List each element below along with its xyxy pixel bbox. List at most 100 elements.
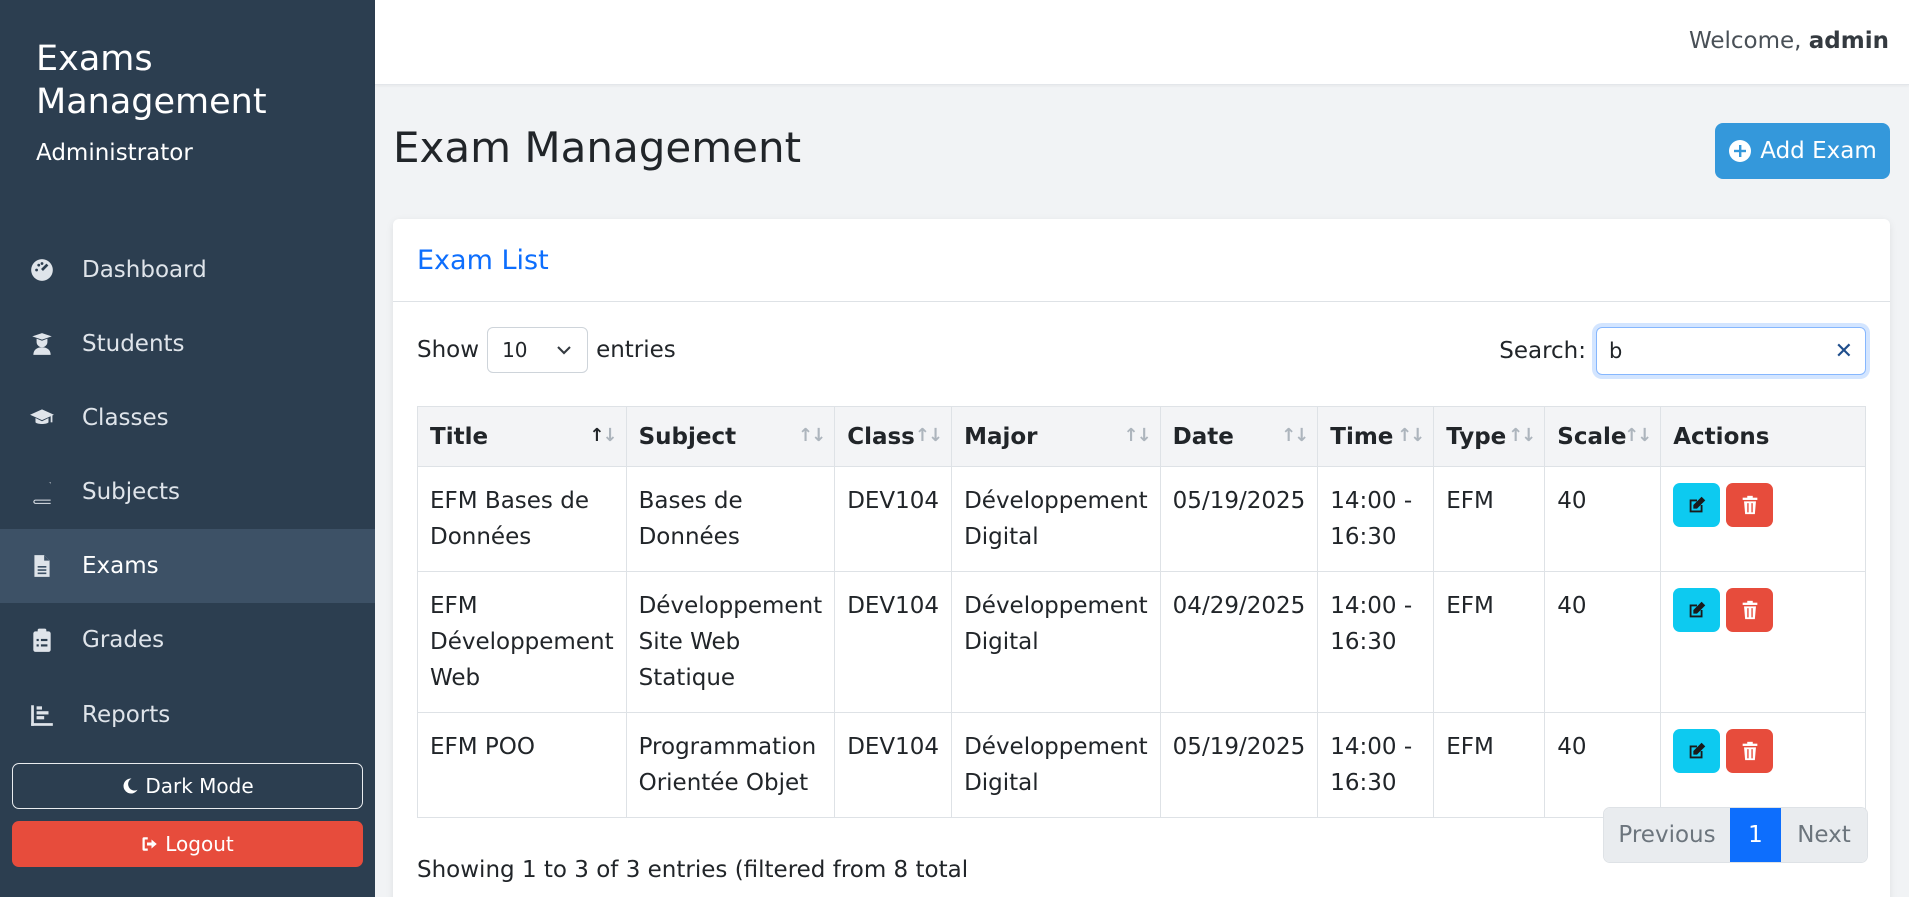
dark-mode-button[interactable]: Dark Mode (12, 763, 363, 809)
sidebar-item-classes[interactable]: Classes (0, 381, 375, 455)
sidebar-item-label: Dashboard (82, 257, 207, 283)
next-page-button[interactable]: Next (1781, 808, 1867, 862)
sidebar-item-grades[interactable]: Grades (0, 603, 375, 677)
sidebar-item-label: Subjects (82, 479, 180, 505)
search-input[interactable]: b ✕ (1596, 327, 1866, 375)
cell-title: EFM POO (417, 712, 627, 818)
column-header-type[interactable]: Type ↑↓ (1433, 406, 1546, 467)
sidebar-item-students[interactable]: Students (0, 307, 375, 381)
column-header-major[interactable]: Major ↑↓ (951, 406, 1161, 467)
student-icon (27, 329, 57, 359)
sidebar-item-label: Grades (82, 627, 165, 653)
trash-icon (1742, 600, 1758, 620)
plus-circle-icon (1729, 140, 1752, 162)
top-bar: Welcome, admin (375, 0, 1909, 85)
welcome-prefix: Welcome, (1688, 28, 1802, 54)
cell-actions (1660, 466, 1866, 572)
sidebar-item-dashboard[interactable]: Dashboard (0, 233, 375, 307)
sidebar-item-exams[interactable]: Exams (0, 529, 375, 603)
table-row: EFM Développement Web Développement Site… (417, 571, 1866, 713)
column-label: Major (964, 423, 1038, 450)
user-role: Administrator (36, 140, 193, 166)
brand-title: Exams Management (36, 39, 267, 122)
previous-page-button[interactable]: Previous (1604, 808, 1730, 862)
table-header-row: Title ↑↓ Subject ↑↓ Class ↑↓ Major ↑↓ Date ↑↓… (417, 406, 1866, 467)
sidebar-item-label: Exams (82, 553, 159, 579)
cell-actions (1660, 571, 1866, 713)
dark-mode-label: Dark Mode (145, 774, 254, 798)
table-row: EFM Bases de Données Bases de Données DE… (417, 466, 1866, 572)
column-header-title[interactable]: Title ↑↓ (417, 406, 627, 467)
sidebar-item-reports[interactable]: Reports (0, 678, 375, 752)
column-label: Time (1330, 423, 1394, 450)
table-row: EFM POO Programmation Orientée Objet DEV… (417, 712, 1866, 818)
cell-class: DEV104 (834, 712, 953, 818)
sidebar-item-label: Students (82, 331, 185, 357)
gauge-icon (27, 255, 57, 285)
column-header-subject[interactable]: Subject ↑↓ (625, 406, 836, 467)
column-label: Date (1172, 423, 1234, 450)
sort-icon: ↑↓ (1624, 425, 1652, 446)
pagination: Previous 1 Next (1603, 807, 1868, 863)
cell-subject: Bases de Données (625, 466, 836, 572)
page-length-select[interactable]: 10 (487, 327, 589, 373)
show-label: Show (417, 337, 480, 363)
cell-title: EFM Développement Web (417, 571, 627, 713)
cell-date: 05/19/2025 (1159, 466, 1319, 572)
cell-title: EFM Bases de Données (417, 466, 627, 572)
card-title: Exam List (417, 245, 549, 276)
cell-date: 04/29/2025 (1159, 571, 1319, 713)
page-1-button[interactable]: 1 (1730, 808, 1781, 862)
column-label: Scale (1557, 423, 1627, 450)
edit-button[interactable] (1673, 588, 1721, 632)
cell-class: DEV104 (834, 466, 953, 572)
cell-date: 05/19/2025 (1159, 712, 1319, 818)
column-header-actions: Actions (1660, 406, 1866, 467)
logout-button[interactable]: Logout (12, 821, 363, 867)
column-header-scale[interactable]: Scale ↑↓ (1544, 406, 1662, 467)
add-exam-label: Add Exam (1760, 138, 1877, 164)
cell-class: DEV104 (834, 571, 953, 713)
add-exam-button[interactable]: Add Exam (1715, 123, 1890, 179)
column-label: Title (430, 423, 489, 450)
sort-icon: ↑↓ (1123, 425, 1152, 446)
edit-button[interactable] (1673, 729, 1721, 773)
cell-subject: Programmation Orientée Objet (625, 712, 836, 818)
delete-button[interactable] (1726, 588, 1774, 632)
sort-icon: ↑↓ (1508, 425, 1536, 446)
sidebar: Exams Management Administrator Dashboard… (0, 0, 375, 897)
graduation-cap-icon (27, 403, 57, 433)
chevron-down-icon (557, 346, 571, 355)
clear-search-icon[interactable]: ✕ (1835, 339, 1853, 364)
cell-subject: Développement Site Web Statique (625, 571, 836, 713)
chart-icon (27, 700, 57, 730)
sort-icon: ↑↓ (798, 425, 826, 446)
sidebar-item-subjects[interactable]: Subjects (0, 455, 375, 529)
username: admin (1808, 28, 1889, 54)
edit-icon (1689, 601, 1705, 618)
book-icon (27, 477, 57, 507)
column-header-date[interactable]: Date ↑↓ (1159, 406, 1319, 467)
delete-button[interactable] (1726, 729, 1774, 773)
cell-actions (1660, 712, 1866, 818)
edit-icon (1689, 496, 1705, 513)
file-icon (27, 551, 57, 581)
cell-major: Développement Digital (951, 466, 1161, 572)
cell-type: EFM (1433, 712, 1546, 818)
delete-button[interactable] (1726, 483, 1774, 527)
sort-icon: ↑↓ (914, 425, 943, 446)
cell-scale: 40 (1544, 712, 1662, 818)
column-header-class[interactable]: Class ↑↓ (834, 406, 953, 467)
exam-list-card: Exam List Show 10 entries Search: b ✕ Ti… (393, 219, 1890, 897)
cell-time: 14:00 - 16:30 (1317, 712, 1435, 818)
search-label: Search: (1499, 338, 1586, 364)
card-header: Exam List (393, 219, 1890, 302)
sort-icon: ↑↓ (1397, 425, 1425, 446)
edit-button[interactable] (1673, 483, 1721, 527)
page-title: Exam Management (393, 123, 802, 172)
cell-type: EFM (1433, 466, 1546, 572)
column-header-time[interactable]: Time ↑↓ (1317, 406, 1435, 467)
cell-time: 14:00 - 16:30 (1317, 571, 1435, 713)
search-control: Search: b ✕ (1499, 327, 1866, 375)
column-label: Type (1446, 423, 1507, 450)
